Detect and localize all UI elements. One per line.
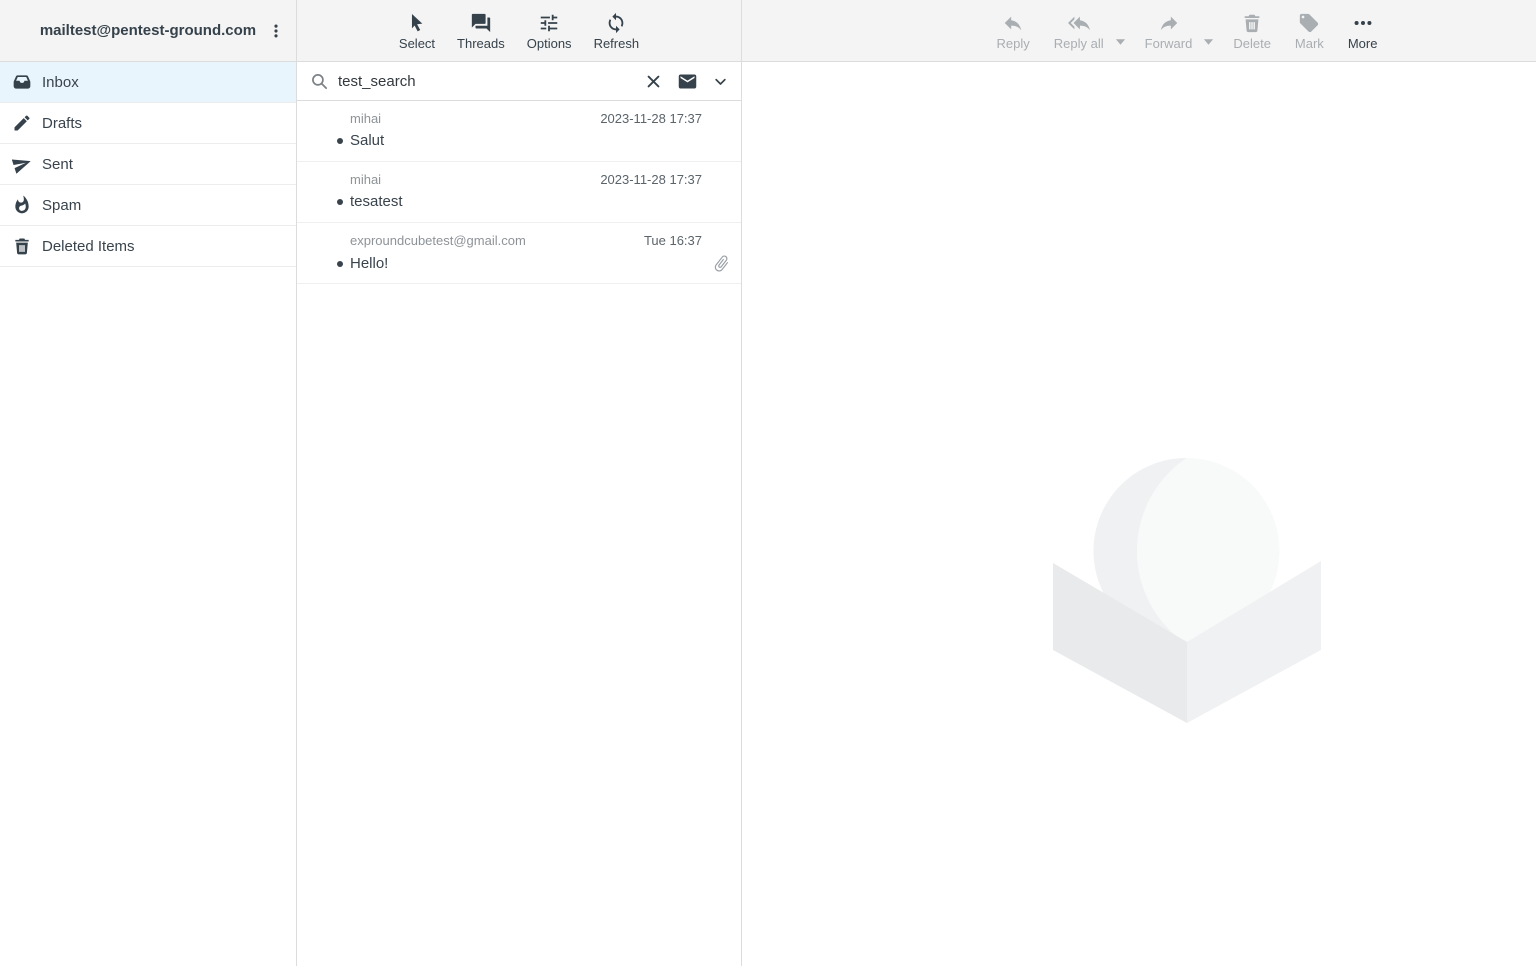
select-button[interactable]: Select xyxy=(394,12,440,50)
more-button[interactable]: More xyxy=(1343,12,1383,50)
folder-label: Sent xyxy=(42,156,73,173)
options-button[interactable]: Options xyxy=(522,12,577,50)
reply-icon xyxy=(1002,12,1024,34)
unread-indicator xyxy=(337,138,343,144)
message-date: 2023-11-28 17:37 xyxy=(600,111,702,126)
clear-search-icon[interactable] xyxy=(645,73,662,90)
search-bar xyxy=(297,62,741,101)
trash-icon xyxy=(12,236,32,256)
ellipsis-icon xyxy=(1352,12,1374,34)
sidebar-item-deleted-items[interactable]: Deleted Items xyxy=(0,226,296,267)
unread-indicator xyxy=(337,261,343,267)
reply-all-button[interactable]: Reply all xyxy=(1049,12,1109,50)
refresh-button[interactable]: Refresh xyxy=(589,12,645,50)
pencil-icon xyxy=(12,113,32,133)
sidebar-item-inbox[interactable]: Inbox xyxy=(0,62,296,103)
search-actions xyxy=(645,71,728,92)
sidebar-header: mailtest@pentest-ground.com xyxy=(0,0,296,62)
trash-icon xyxy=(1241,12,1263,34)
button-label: Reply all xyxy=(1054,37,1104,50)
chat-bubbles-icon xyxy=(470,12,492,34)
button-label: Options xyxy=(527,37,572,50)
message-date: Tue 16:37 xyxy=(644,233,702,248)
kebab-vertical-icon xyxy=(267,22,285,40)
forward-icon xyxy=(1158,12,1180,34)
message-view-column: Reply Reply all xyxy=(742,0,1536,966)
forward-button[interactable]: Forward xyxy=(1140,12,1198,50)
threads-button[interactable]: Threads xyxy=(452,12,510,50)
flame-icon xyxy=(12,195,32,215)
search-input[interactable] xyxy=(338,73,636,90)
message-sender: mihai xyxy=(350,111,592,126)
forward-dropdown-caret-icon[interactable] xyxy=(1203,38,1214,46)
reply-all-icon xyxy=(1068,12,1090,34)
sidebar: mailtest@pentest-ground.com Inbox Drafts xyxy=(0,0,297,966)
search-scope-envelope-icon[interactable] xyxy=(677,71,698,92)
message-sender: mihai xyxy=(350,172,592,187)
folder-label: Drafts xyxy=(42,115,82,132)
reply-button[interactable]: Reply xyxy=(992,12,1035,50)
button-label: More xyxy=(1348,37,1378,50)
account-menu-button[interactable] xyxy=(262,0,290,62)
folder-label: Spam xyxy=(42,197,81,214)
cursor-icon xyxy=(406,12,428,34)
attachment-icon xyxy=(712,254,731,273)
button-label: Refresh xyxy=(594,37,640,50)
message-subject: Salut xyxy=(350,132,731,149)
button-label: Select xyxy=(399,37,435,50)
list-toolbar: Select Threads Options Refresh xyxy=(297,0,741,62)
reply-all-dropdown-caret-icon[interactable] xyxy=(1115,38,1126,46)
unread-indicator xyxy=(337,199,343,205)
message-row[interactable]: mihai 2023-11-28 17:37 Salut xyxy=(297,101,741,162)
message-toolbar: Reply Reply all xyxy=(742,0,1536,62)
search-options-chevron-down-icon[interactable] xyxy=(713,74,728,89)
inbox-icon xyxy=(12,72,32,92)
tag-icon xyxy=(1298,12,1320,34)
message-date: 2023-11-28 17:37 xyxy=(600,172,702,187)
roundcube-logo-watermark xyxy=(1052,456,1322,724)
button-label: Forward xyxy=(1145,37,1193,50)
button-label: Reply xyxy=(997,37,1030,50)
folder-label: Inbox xyxy=(42,74,79,91)
search-icon[interactable] xyxy=(310,72,329,91)
mark-button[interactable]: Mark xyxy=(1290,12,1329,50)
button-label: Threads xyxy=(457,37,505,50)
button-label: Mark xyxy=(1295,37,1324,50)
webmail-app: mailtest@pentest-ground.com Inbox Drafts xyxy=(0,0,1536,966)
message-list-column: Select Threads Options Refresh xyxy=(297,0,742,966)
button-label: Delete xyxy=(1233,37,1271,50)
folder-label: Deleted Items xyxy=(42,238,135,255)
message-subject: tesatest xyxy=(350,193,731,210)
sidebar-item-spam[interactable]: Spam xyxy=(0,185,296,226)
message-sender: exproundcubetest@gmail.com xyxy=(350,233,636,248)
sidebar-item-sent[interactable]: Sent xyxy=(0,144,296,185)
account-email: mailtest@pentest-ground.com xyxy=(40,22,256,39)
refresh-icon xyxy=(605,12,627,34)
sliders-icon xyxy=(538,12,560,34)
message-list: mihai 2023-11-28 17:37 Salut mihai 2023-… xyxy=(297,101,741,284)
folder-list: Inbox Drafts Sent Spam xyxy=(0,62,296,267)
delete-button[interactable]: Delete xyxy=(1228,12,1276,50)
message-viewer xyxy=(742,62,1536,966)
message-row[interactable]: exproundcubetest@gmail.com Tue 16:37 Hel… xyxy=(297,223,741,284)
message-subject: Hello! xyxy=(350,255,712,272)
paper-plane-icon xyxy=(12,154,32,174)
message-row[interactable]: mihai 2023-11-28 17:37 tesatest xyxy=(297,162,741,223)
sidebar-item-drafts[interactable]: Drafts xyxy=(0,103,296,144)
